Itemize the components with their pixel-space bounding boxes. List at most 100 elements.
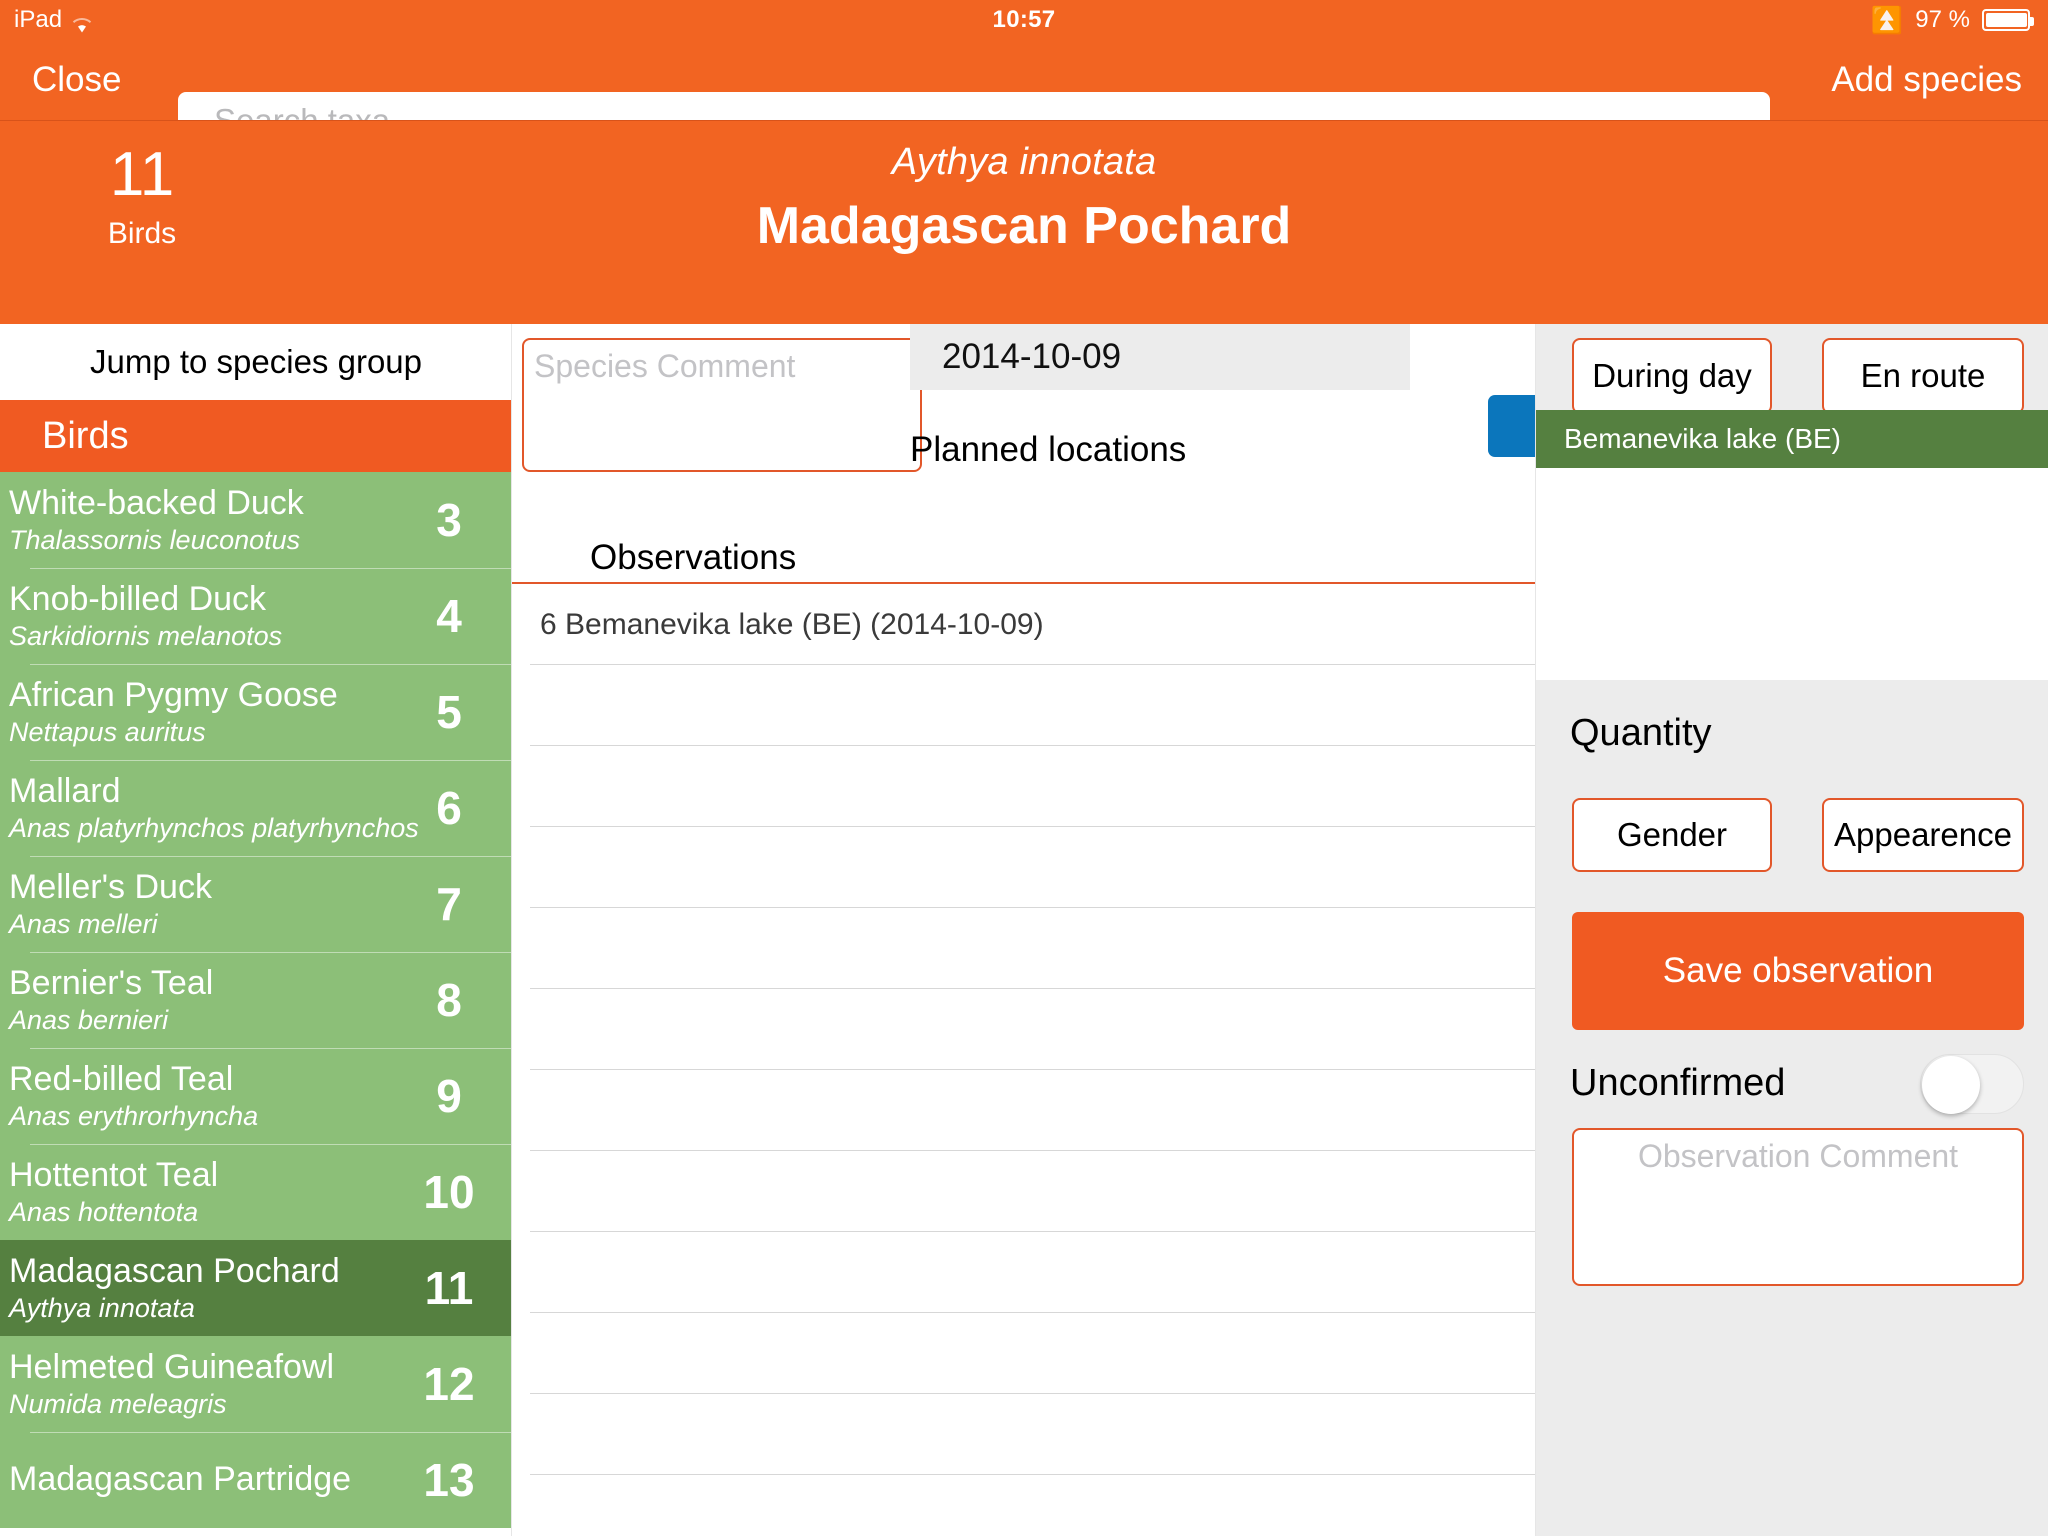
species-row-text: Red-billed Teal Anas erythrorhyncha	[9, 1060, 394, 1132]
during-day-button[interactable]: During day	[1572, 338, 1772, 414]
species-group-header[interactable]: Birds	[0, 400, 512, 472]
observation-row[interactable]	[512, 827, 1536, 908]
species-row-text: Helmeted Guineafowl Numida meleagris	[9, 1348, 394, 1420]
species-row[interactable]: Madagascan Pochard Aythya innotata 11	[0, 1240, 512, 1336]
planned-locations-row: Planned locations +	[910, 390, 1646, 510]
observation-row[interactable]	[512, 1151, 1536, 1232]
species-row-scientific-name: Anas melleri	[9, 909, 158, 939]
observation-form-panel: Quantity Gender Appearence Save observat…	[1536, 680, 2048, 1536]
row-separator	[30, 952, 512, 953]
add-species-button[interactable]: Add species	[1831, 60, 2022, 100]
nav-bar: Close Add species	[0, 40, 2048, 150]
species-row-index: 9	[436, 1070, 462, 1122]
en-route-button[interactable]: En route	[1822, 338, 2024, 414]
detail-middle-column: 2014-10-09 Planned locations + Observati…	[512, 324, 1646, 1536]
species-row-name: Knob-billed Duck	[9, 580, 267, 618]
species-row-scientific-name: Thalassornis leuconotus	[9, 525, 301, 555]
row-separator	[30, 856, 512, 857]
row-separator	[30, 760, 512, 761]
row-separator	[30, 1432, 512, 1433]
species-comment-input[interactable]	[524, 340, 920, 470]
observations-title: Observations	[590, 538, 797, 577]
species-row-name: Helmeted Guineafowl	[9, 1348, 335, 1386]
species-row-index: 6	[436, 782, 462, 834]
species-list: White-backed Duck Thalassornis leuconotus…	[0, 472, 512, 1528]
ios-status-bar: iPad 10:57 ⏫ 97 %	[0, 0, 2048, 40]
species-scientific-name: Aythya innotata	[891, 141, 1157, 183]
species-row-text: Knob-billed Duck Sarkidiornis melanotos	[9, 580, 394, 652]
species-row-index: 3	[436, 494, 462, 546]
observation-row[interactable]	[512, 1475, 1536, 1536]
species-row[interactable]: Red-billed Teal Anas erythrorhyncha 9	[0, 1048, 512, 1144]
observation-row[interactable]: 6 Bemanevika lake (BE) (2014-10-09)	[512, 584, 1536, 665]
jump-to-species-group-button[interactable]: Jump to species group	[0, 324, 512, 400]
species-row-name: Red-billed Teal	[9, 1060, 234, 1098]
species-row-scientific-name: Aythya innotata	[9, 1293, 195, 1323]
row-separator	[30, 1240, 512, 1241]
observation-row[interactable]	[512, 989, 1536, 1070]
battery-icon	[1982, 9, 2034, 31]
battery-percent-label: 97 %	[1915, 6, 1970, 33]
species-row-name: African Pygmy Goose	[9, 676, 338, 714]
species-row-text: African Pygmy Goose Nettapus auritus	[9, 676, 394, 748]
species-row-name: Mallard	[9, 772, 121, 810]
species-title-block: Aythya innotata Madagascan Pochard	[0, 121, 2048, 256]
row-separator	[30, 1336, 512, 1337]
app-root: iPad 10:57 ⏫ 97 % Close Add species 11 B…	[0, 0, 2048, 1536]
species-row-scientific-name: Anas platyrhynchos platyrhynchos	[9, 813, 419, 843]
species-row[interactable]: Helmeted Guineafowl Numida meleagris 12	[0, 1336, 512, 1432]
species-row-name: Bernier's Teal	[9, 964, 214, 1002]
species-row-text: Mallard Anas platyrhynchos platyrhynchos	[9, 772, 419, 844]
close-button[interactable]: Close	[32, 60, 121, 100]
species-row-name: White-backed Duck	[9, 484, 304, 522]
species-row-name: Meller's Duck	[9, 868, 212, 906]
appearance-button[interactable]: Appearence	[1822, 798, 2024, 872]
observation-row[interactable]	[512, 1313, 1536, 1394]
species-row[interactable]: Hottentot Teal Anas hottentota 10	[0, 1144, 512, 1240]
unconfirmed-label: Unconfirmed	[1570, 1062, 1786, 1104]
observation-row[interactable]	[512, 1232, 1536, 1313]
observation-row[interactable]	[512, 746, 1536, 827]
date-field[interactable]: 2014-10-09	[910, 324, 1410, 390]
species-row-scientific-name: Numida meleagris	[9, 1389, 227, 1419]
species-row-scientific-name: Anas bernieri	[9, 1005, 169, 1035]
selected-location-chip[interactable]: Bemanevika lake (BE)	[1536, 410, 2048, 468]
observation-row[interactable]	[512, 908, 1536, 989]
species-row[interactable]: White-backed Duck Thalassornis leuconotus…	[0, 472, 512, 568]
species-row-index: 11	[424, 1262, 474, 1314]
observation-context-bar: During day En route	[1536, 324, 2048, 414]
observation-row[interactable]	[512, 665, 1536, 746]
species-row-text: White-backed Duck Thalassornis leuconotus	[9, 484, 394, 556]
observation-row[interactable]	[512, 1394, 1536, 1475]
species-row-index: 5	[436, 686, 462, 738]
unconfirmed-toggle[interactable]	[1920, 1054, 2024, 1114]
species-row-text: Madagascan Partridge	[9, 1460, 394, 1500]
species-row[interactable]: Knob-billed Duck Sarkidiornis melanotos 4	[0, 568, 512, 664]
species-row[interactable]: Mallard Anas platyrhynchos platyrhynchos 6	[0, 760, 512, 856]
species-common-name: Madagascan Pochard	[756, 197, 1292, 255]
species-row-index: 7	[436, 878, 462, 930]
save-observation-button[interactable]: Save observation	[1572, 912, 2024, 1030]
species-row-name: Hottentot Teal	[9, 1156, 219, 1194]
observation-editor-column: During day En route Bemanevika lake (BE)…	[1536, 324, 2048, 1536]
observation-comment-box[interactable]	[1572, 1128, 2024, 1286]
species-row-scientific-name: Nettapus auritus	[9, 717, 206, 747]
observations-list: 6 Bemanevika lake (BE) (2014-10-09)	[512, 584, 1536, 1536]
species-sidebar[interactable]: Jump to species group Birds White-backed…	[0, 324, 512, 1536]
row-separator	[30, 1144, 512, 1145]
toggle-knob	[1922, 1056, 1980, 1114]
species-comment-box[interactable]	[522, 338, 922, 472]
quantity-label[interactable]: Quantity	[1570, 712, 1712, 755]
species-row-index: 10	[423, 1166, 475, 1218]
gender-button[interactable]: Gender	[1572, 798, 1772, 872]
row-separator	[30, 568, 512, 569]
species-row-name: Madagascan Pochard	[9, 1252, 340, 1290]
observation-comment-input[interactable]	[1574, 1130, 2022, 1284]
species-row[interactable]: African Pygmy Goose Nettapus auritus 5	[0, 664, 512, 760]
row-separator	[30, 1048, 512, 1049]
observation-row[interactable]	[512, 1070, 1536, 1151]
species-row[interactable]: Madagascan Partridge 13	[0, 1432, 512, 1528]
species-row[interactable]: Bernier's Teal Anas bernieri 8	[0, 952, 512, 1048]
species-row[interactable]: Meller's Duck Anas melleri 7	[0, 856, 512, 952]
species-row-text: Bernier's Teal Anas bernieri	[9, 964, 394, 1036]
